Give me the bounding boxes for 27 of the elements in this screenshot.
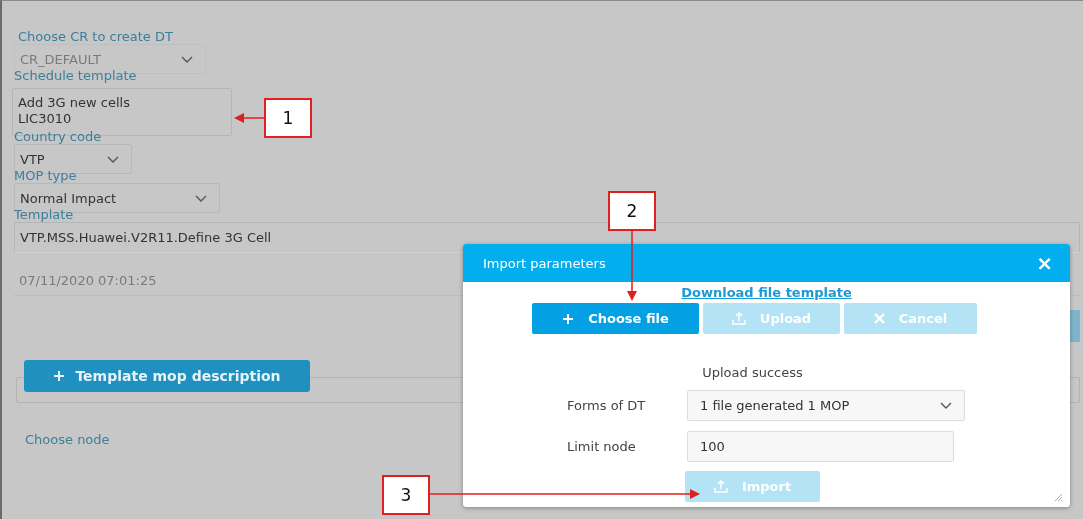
callout-arrow — [234, 112, 264, 124]
download-template-link[interactable]: Download file template — [681, 285, 852, 300]
chevron-down-icon — [940, 402, 952, 409]
limit-node-field[interactable]: 100 — [687, 431, 954, 462]
callout-number: 3 — [382, 475, 430, 515]
plus-icon — [562, 312, 575, 325]
callout-number: 2 — [608, 191, 656, 231]
callout-number: 1 — [264, 98, 312, 138]
close-button[interactable]: × — [1036, 253, 1053, 273]
choose-node-label: Choose node — [25, 432, 110, 447]
chevron-down-icon — [181, 55, 193, 63]
dialog-title: Import parameters — [483, 255, 606, 271]
template-mop-description-button[interactable]: Template mop description — [24, 360, 310, 392]
limit-node-label: Limit node — [567, 439, 637, 454]
choose-file-button[interactable]: Choose file — [532, 303, 699, 334]
resize-grip-icon — [1054, 493, 1063, 502]
forms-select[interactable]: 1 file generated 1 MOP — [687, 390, 965, 421]
plus-icon — [53, 370, 66, 382]
upload-icon — [731, 312, 746, 325]
upload-icon — [713, 480, 728, 493]
chevron-down-icon — [107, 155, 119, 163]
callout-arrow — [626, 231, 638, 301]
close-icon — [873, 313, 885, 324]
chevron-down-icon — [195, 194, 207, 202]
forms-of-dt-label: Forms of DT — [567, 398, 647, 413]
upload-status: Upload success — [702, 365, 803, 380]
field-label: Choose CR to create DT — [18, 29, 173, 44]
